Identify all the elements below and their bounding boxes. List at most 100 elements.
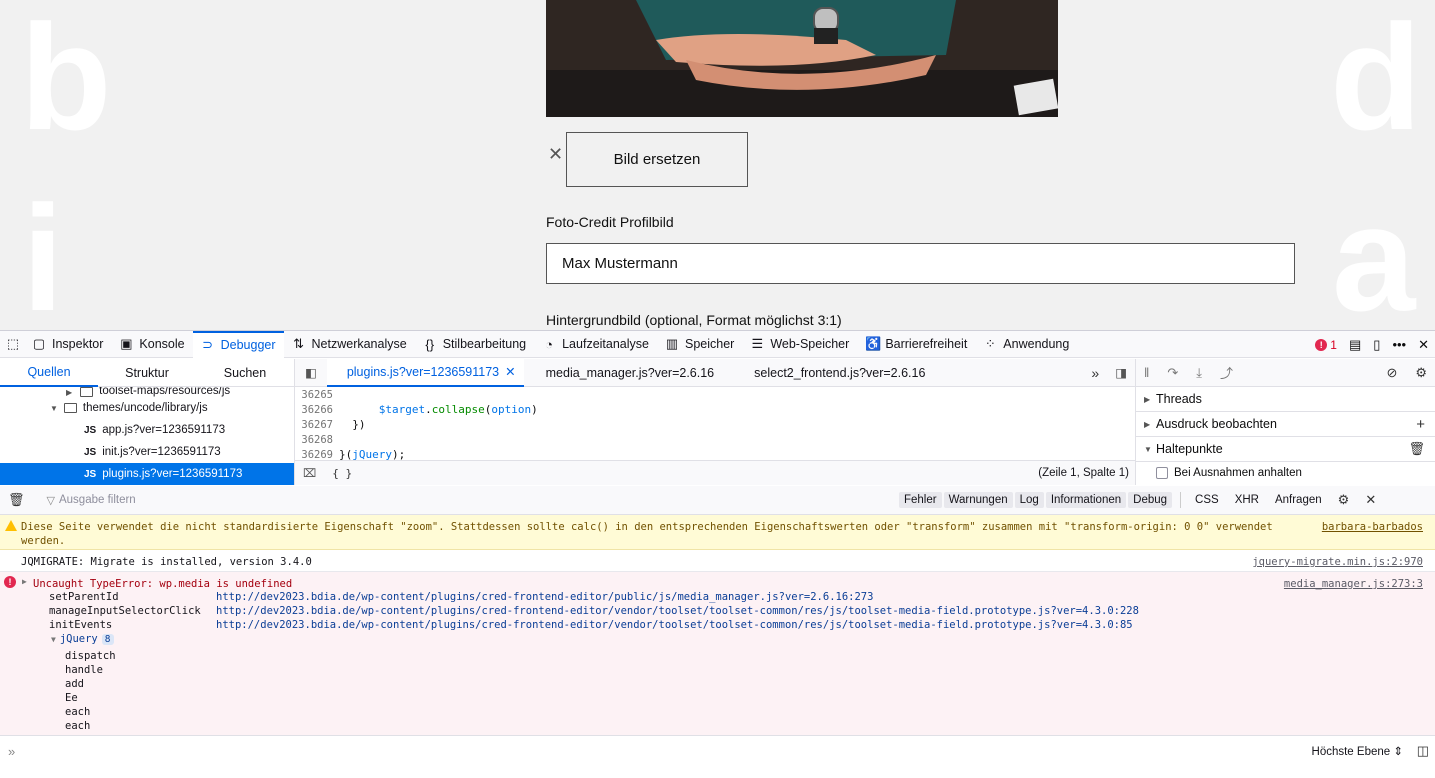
message-source-link[interactable]: jquery-migrate.min.js:2:970 bbox=[1252, 555, 1423, 569]
stack-url[interactable]: http://dev2023.bdia.de/wp-content/plugin… bbox=[216, 619, 1133, 633]
tab-style-editor[interactable]: {} Stilbearbeitung bbox=[415, 331, 534, 358]
close-icon[interactable]: ✕ bbox=[1418, 337, 1429, 353]
console-settings-icon[interactable]: ⚙ bbox=[1330, 492, 1358, 508]
replace-image-button[interactable]: Bild ersetzen bbox=[566, 132, 748, 187]
filter-css-button[interactable]: CSS bbox=[1187, 494, 1227, 506]
filter-info-button[interactable]: Informationen bbox=[1045, 492, 1127, 508]
gear-icon[interactable]: ⚙ bbox=[1415, 365, 1427, 381]
console-filter-input[interactable]: Ausgabe filtern bbox=[59, 494, 899, 506]
network-icon: ⇅ bbox=[293, 336, 304, 351]
line-number: 36268 bbox=[301, 433, 333, 446]
split-console-icon[interactable]: ▤ bbox=[1349, 337, 1361, 353]
chevron-down-icon: ▼ bbox=[51, 634, 56, 644]
editor-tab-select2[interactable]: select2_frontend.js?ver=2.6.16 bbox=[722, 359, 933, 387]
tree-file-row-selected[interactable]: JS plugins.js?ver=1236591173 bbox=[0, 463, 294, 485]
editor-tab-media-manager[interactable]: media_manager.js?ver=2.6.16 bbox=[524, 359, 723, 387]
toggle-sidebar-icon[interactable]: ◨ bbox=[1107, 365, 1135, 380]
filter-requests-button[interactable]: Anfragen bbox=[1267, 494, 1330, 506]
tree-file-row[interactable]: JS init.js?ver=1236591173 bbox=[0, 441, 294, 463]
add-icon[interactable]: + bbox=[1416, 416, 1425, 433]
section-threads[interactable]: ▶ Threads bbox=[1136, 387, 1435, 412]
console-toolbar: 🗑 ▽ Ausgabe filtern Fehler Warnungen Log… bbox=[0, 486, 1435, 515]
trash-icon[interactable]: 🗑 bbox=[1408, 441, 1425, 457]
tab-debugger[interactable]: ⊃ Debugger bbox=[192, 330, 284, 358]
cursor-position: (Zeile 1, Spalte 1) bbox=[1038, 467, 1129, 479]
message-source-link[interactable]: barbara-barbados bbox=[1322, 520, 1423, 534]
tree-folder-row[interactable]: ▶ toolset-maps/resources/js bbox=[0, 387, 294, 397]
pretty-print-braces[interactable]: { } bbox=[324, 467, 360, 480]
tab-network[interactable]: ⇅ Netzwerkanalyse bbox=[284, 331, 415, 358]
clear-console-icon[interactable]: 🗑 bbox=[0, 492, 31, 508]
code-text: }( bbox=[339, 448, 353, 460]
toggle-sources-icon[interactable]: ◧ bbox=[295, 365, 327, 380]
jquery-frame[interactable]: each bbox=[65, 706, 90, 718]
close-console-icon[interactable]: ✕ bbox=[1357, 492, 1384, 508]
tab-storage[interactable]: ☰ Web-Speicher bbox=[742, 331, 857, 358]
editor-tab-plugins[interactable]: plugins.js?ver=1236591173 ✕ bbox=[326, 358, 524, 387]
jquery-frame[interactable]: each bbox=[65, 720, 90, 732]
tab-sources[interactable]: Quellen bbox=[0, 359, 98, 387]
photo-credit-input[interactable]: Max Mustermann bbox=[546, 243, 1295, 284]
accessibility-icon: ♿ bbox=[865, 336, 882, 351]
tab-memory[interactable]: ▥ Speicher bbox=[657, 331, 742, 358]
message-text: Diese Seite verwendet die nicht standard… bbox=[21, 521, 1273, 547]
js-file-icon: JS bbox=[84, 446, 97, 458]
pause-on-exceptions-row: Bei Ausnahmen anhalten bbox=[1136, 462, 1435, 484]
tree-folder-row[interactable]: ▼ themes/uncode/library/js bbox=[0, 397, 294, 419]
error-count: 1 bbox=[1330, 337, 1337, 352]
close-tab-icon[interactable]: ✕ bbox=[505, 364, 515, 379]
jquery-group-label: jQuery bbox=[59, 633, 98, 645]
step-out-icon[interactable]: ⤴ bbox=[1220, 363, 1233, 382]
context-selector[interactable]: Höchste Ebene ⇕ bbox=[1312, 744, 1403, 758]
code-text: ); bbox=[392, 448, 406, 460]
element-picker-button[interactable]: ⬚ bbox=[0, 331, 24, 358]
deactivate-breakpoints-icon[interactable]: ⊘ bbox=[1386, 365, 1397, 381]
pause-on-exceptions-checkbox[interactable] bbox=[1156, 467, 1168, 479]
jquery-group-toggle[interactable]: ▼ jQuery 8 bbox=[51, 633, 114, 645]
message-source-link[interactable]: media_manager.js:273:3 bbox=[1284, 577, 1423, 591]
pretty-print-icon[interactable]: ⌧ bbox=[295, 466, 324, 480]
more-options-icon[interactable]: ••• bbox=[1392, 337, 1406, 352]
filter-errors-button[interactable]: Fehler bbox=[898, 492, 942, 508]
stack-url[interactable]: http://dev2023.bdia.de/wp-content/plugin… bbox=[216, 605, 1139, 619]
console-warning-message: Diese Seite verwendet die nicht standard… bbox=[0, 515, 1435, 550]
editor-footer: ⌧ { } (Zeile 1, Spalte 1) bbox=[295, 460, 1135, 485]
tab-inspector[interactable]: ▢ Inspektor bbox=[24, 331, 111, 358]
stack-frame[interactable]: setParentId http://dev2023.bdia.de/wp-con… bbox=[49, 591, 873, 605]
step-in-icon[interactable]: ⤓ bbox=[1196, 365, 1202, 381]
tab-accessibility[interactable]: ♿ Barrierefreiheit bbox=[857, 331, 975, 358]
section-breakpoints[interactable]: ▼ Haltepunkte 🗑 bbox=[1136, 437, 1435, 462]
tab-outline[interactable]: Struktur bbox=[98, 359, 196, 387]
tab-search[interactable]: Suchen bbox=[196, 359, 294, 387]
tab-label: Barrierefreiheit bbox=[885, 337, 968, 351]
section-watch-expressions[interactable]: ▶ Ausdruck beobachten + bbox=[1136, 412, 1435, 437]
console-input-row[interactable]: » Höchste Ebene ⇕ ◫ bbox=[0, 735, 1435, 766]
more-tabs-icon[interactable]: » bbox=[1083, 365, 1107, 381]
stack-frame[interactable]: initEvents http://dev2023.bdia.de/wp-cont… bbox=[49, 619, 1133, 633]
tree-folder-label: themes/uncode/library/js bbox=[82, 402, 208, 414]
stack-url[interactable]: http://dev2023.bdia.de/wp-content/plugin… bbox=[216, 591, 873, 605]
tab-console[interactable]: ▣ Konsole bbox=[111, 331, 192, 358]
editor-mode-icon[interactable]: ◫ bbox=[1417, 743, 1429, 759]
pause-icon[interactable]: ‖ bbox=[1144, 365, 1149, 380]
chevron-right-icon: ▶ bbox=[1144, 419, 1151, 429]
filter-log-button[interactable]: Log bbox=[1014, 492, 1044, 508]
jquery-frame[interactable]: add bbox=[65, 678, 84, 690]
filter-warnings-button[interactable]: Warnungen bbox=[943, 492, 1013, 508]
error-count-badge[interactable]: ! 1 bbox=[1315, 338, 1337, 352]
code-view[interactable]: 36265 36266 $target. collapse(option) 362… bbox=[295, 387, 1135, 461]
remove-image-icon[interactable]: ✕ bbox=[548, 145, 563, 163]
tab-performance[interactable]: ◔ Laufzeitanalyse bbox=[534, 331, 657, 358]
jquery-frame[interactable]: handle bbox=[65, 664, 103, 676]
filter-xhr-button[interactable]: XHR bbox=[1227, 494, 1267, 506]
jquery-frame[interactable]: Ee bbox=[65, 692, 78, 704]
jquery-frame[interactable]: dispatch bbox=[65, 650, 116, 662]
web-page: b i d a ✕ Bild ersetzen Foto-Credit Prof… bbox=[0, 0, 1435, 330]
tab-application[interactable]: ⁘ Anwendung bbox=[975, 331, 1077, 358]
filter-debug-button[interactable]: Debug bbox=[1128, 492, 1173, 508]
expand-error-icon[interactable]: ▶ bbox=[22, 577, 27, 586]
stack-frame[interactable]: manageInputSelectorClick http://dev2023.b… bbox=[49, 605, 1139, 619]
tree-file-row[interactable]: JS app.js?ver=1236591173 bbox=[0, 419, 294, 441]
responsive-design-icon[interactable]: ▯ bbox=[1373, 337, 1380, 353]
step-over-icon[interactable]: ↷ bbox=[1167, 365, 1178, 381]
